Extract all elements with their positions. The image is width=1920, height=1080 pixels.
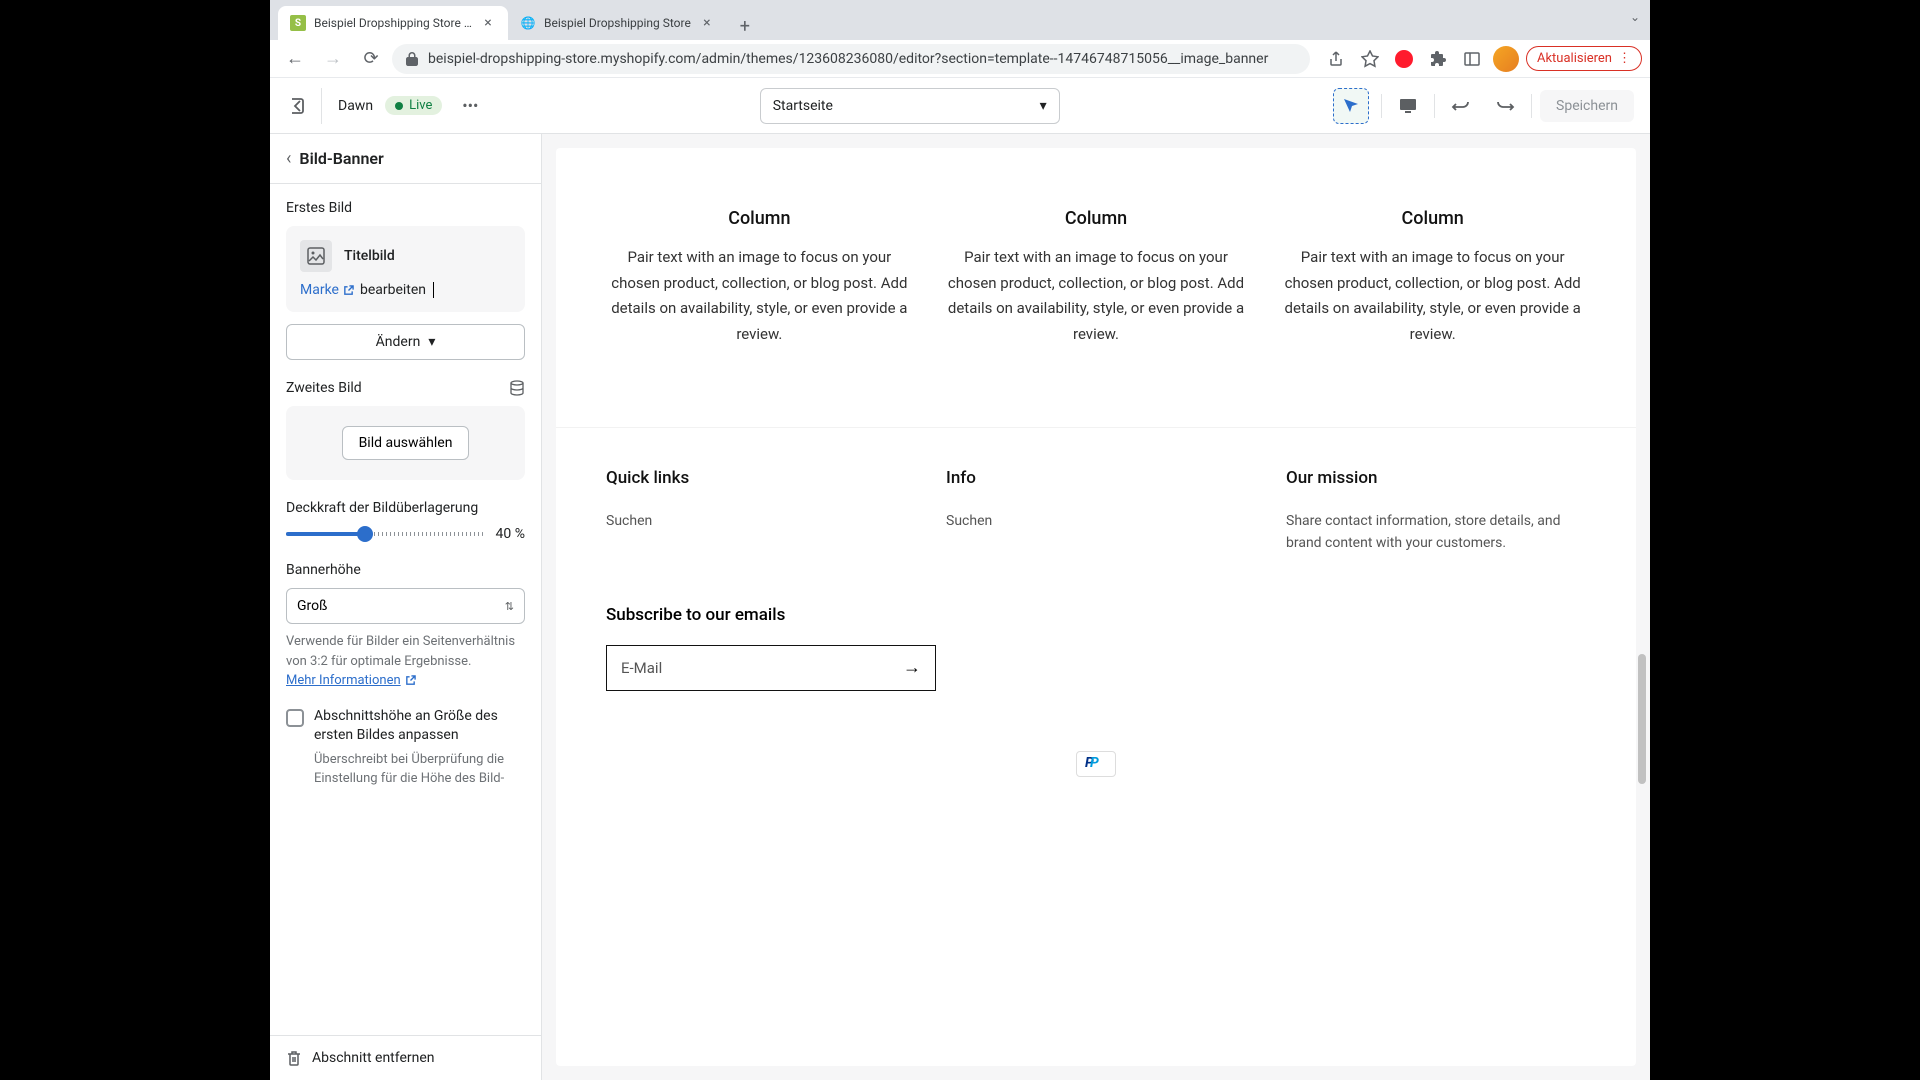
column-block[interactable]: Column Pair text with an image to focus … (606, 208, 913, 347)
checkbox-label: Abschnittshöhe an Größe des ersten Bilde… (314, 707, 525, 746)
opacity-value: 40 % (496, 526, 525, 542)
external-link-icon (343, 285, 354, 296)
subscribe-section[interactable]: Subscribe to our emails E-Mail → (556, 585, 1636, 731)
star-icon[interactable] (1356, 45, 1384, 73)
checkbox-help-text: Überschreibt bei Überprüfung die Einstel… (314, 750, 525, 789)
dynamic-source-icon[interactable] (509, 380, 525, 396)
tab-title: Beispiel Dropshipping Store (544, 16, 691, 30)
url-text: beispiel-dropshipping-store.myshopify.co… (428, 51, 1268, 67)
tab-title: Beispiel Dropshipping Store · D (314, 16, 472, 30)
lock-icon (406, 52, 418, 66)
slider-thumb[interactable] (357, 526, 373, 542)
extension-opera-icon[interactable] (1390, 45, 1418, 73)
url-input[interactable]: beispiel-dropshipping-store.myshopify.co… (392, 44, 1310, 74)
email-input[interactable]: E-Mail → (606, 645, 936, 691)
desktop-view-button[interactable] (1390, 88, 1426, 124)
extensions-icon[interactable] (1424, 45, 1452, 73)
banner-height-label: Bannerhöhe (286, 562, 525, 578)
opacity-label: Deckkraft der Bildüberlagerung (286, 500, 525, 516)
page-selector[interactable]: Startseite ▾ (760, 88, 1060, 124)
first-image-card: Titelbild Marke bearbeiten (286, 226, 525, 312)
subscribe-title: Subscribe to our emails (606, 605, 1586, 625)
footer-mission-text: Share contact information, store details… (1286, 510, 1586, 555)
close-icon[interactable]: × (480, 15, 496, 31)
email-placeholder: E-Mail (621, 659, 662, 677)
browser-tab-strip: S Beispiel Dropshipping Store · D × 🌐 Be… (270, 0, 1650, 40)
select-arrows-icon: ⇅ (505, 600, 514, 613)
inspector-toggle-button[interactable] (1333, 88, 1369, 124)
image-name: Titelbild (344, 248, 395, 264)
back-chevron-icon[interactable]: ‹ (286, 148, 291, 169)
caret-down-icon: ▾ (428, 334, 435, 350)
footer-info-title: Info (946, 468, 1246, 488)
forward-button: → (316, 42, 350, 76)
theme-name: Dawn (338, 98, 373, 114)
globe-favicon-icon: 🌐 (520, 15, 536, 31)
adapt-height-checkbox[interactable] (286, 709, 304, 727)
save-button: Speichern (1540, 90, 1634, 122)
redo-button[interactable] (1487, 88, 1523, 124)
browser-address-bar: ← → ⟳ beispiel-dropshipping-store.myshop… (270, 40, 1650, 78)
close-icon[interactable]: × (699, 15, 715, 31)
brand-link[interactable]: Marke (300, 282, 354, 298)
live-status-badge: Live (385, 96, 442, 115)
profile-avatar[interactable] (1492, 45, 1520, 73)
column-text: Pair text with an image to focus on your… (1279, 245, 1586, 347)
column-title: Column (606, 208, 913, 229)
trash-icon (286, 1050, 302, 1066)
theme-preview[interactable]: Column Pair text with an image to focus … (542, 134, 1650, 1080)
submit-arrow-icon[interactable]: → (903, 657, 921, 678)
footer-link[interactable]: Suchen (946, 513, 992, 529)
external-link-icon (405, 675, 416, 686)
more-vert-icon: ⋮ (1618, 51, 1631, 66)
footer-mission-title: Our mission (1286, 468, 1586, 488)
undo-button[interactable] (1443, 88, 1479, 124)
shopify-favicon-icon: S (290, 15, 306, 31)
column-title: Column (1279, 208, 1586, 229)
exit-editor-button[interactable] (286, 88, 322, 124)
browser-tab[interactable]: 🌐 Beispiel Dropshipping Store × (508, 6, 727, 40)
sidepanel-icon[interactable] (1458, 45, 1486, 73)
tabs-chevron-icon[interactable]: ⌄ (1630, 10, 1640, 24)
select-image-button[interactable]: Bild auswählen (342, 426, 470, 460)
change-image-button[interactable]: Ändern ▾ (286, 324, 525, 360)
reload-button[interactable]: ⟳ (354, 42, 388, 76)
browser-tab-active[interactable]: S Beispiel Dropshipping Store · D × (278, 6, 508, 40)
section-title: Bild-Banner (299, 149, 383, 168)
remove-section-button[interactable]: Abschnitt entfernen (270, 1035, 541, 1080)
second-image-label: Zweites Bild (286, 380, 362, 396)
first-image-label: Erstes Bild (286, 200, 525, 216)
banner-height-select[interactable]: Groß ⇅ (286, 588, 525, 624)
caret-down-icon: ▾ (1040, 98, 1047, 114)
settings-sidebar: ‹ Bild-Banner Erstes Bild Titelbild Mark… (270, 134, 542, 1080)
back-button[interactable]: ← (278, 42, 312, 76)
opacity-slider[interactable] (286, 532, 484, 536)
footer-link[interactable]: Suchen (606, 513, 652, 529)
column-block[interactable]: Column Pair text with an image to focus … (1279, 208, 1586, 347)
scrollbar-thumb[interactable] (1638, 654, 1646, 784)
footer-quicklinks-title: Quick links (606, 468, 906, 488)
column-title: Column (943, 208, 1250, 229)
column-text: Pair text with an image to focus on your… (606, 245, 913, 347)
footer-section[interactable]: Quick links Suchen Info Suchen Our missi… (556, 427, 1636, 585)
update-button[interactable]: Aktualisieren ⋮ (1526, 46, 1642, 71)
height-help-text: Verwende für Bilder ein Seitenverhältnis… (286, 632, 525, 691)
image-thumbnail-icon (300, 240, 332, 272)
share-icon[interactable] (1322, 45, 1350, 73)
second-image-dropzone: Bild auswählen (286, 406, 525, 480)
more-actions-button[interactable]: ••• (454, 90, 486, 122)
edit-label: bearbeiten (360, 282, 426, 298)
more-info-link[interactable]: Mehr Informationen (286, 671, 416, 691)
live-dot-icon (395, 102, 403, 110)
column-block[interactable]: Column Pair text with an image to focus … (943, 208, 1250, 347)
new-tab-button[interactable]: + (731, 12, 759, 40)
payment-icons (556, 731, 1636, 801)
editor-top-bar: Dawn Live ••• Startseite ▾ Spe (270, 78, 1650, 134)
paypal-icon (1076, 751, 1116, 777)
column-text: Pair text with an image to focus on your… (943, 245, 1250, 347)
